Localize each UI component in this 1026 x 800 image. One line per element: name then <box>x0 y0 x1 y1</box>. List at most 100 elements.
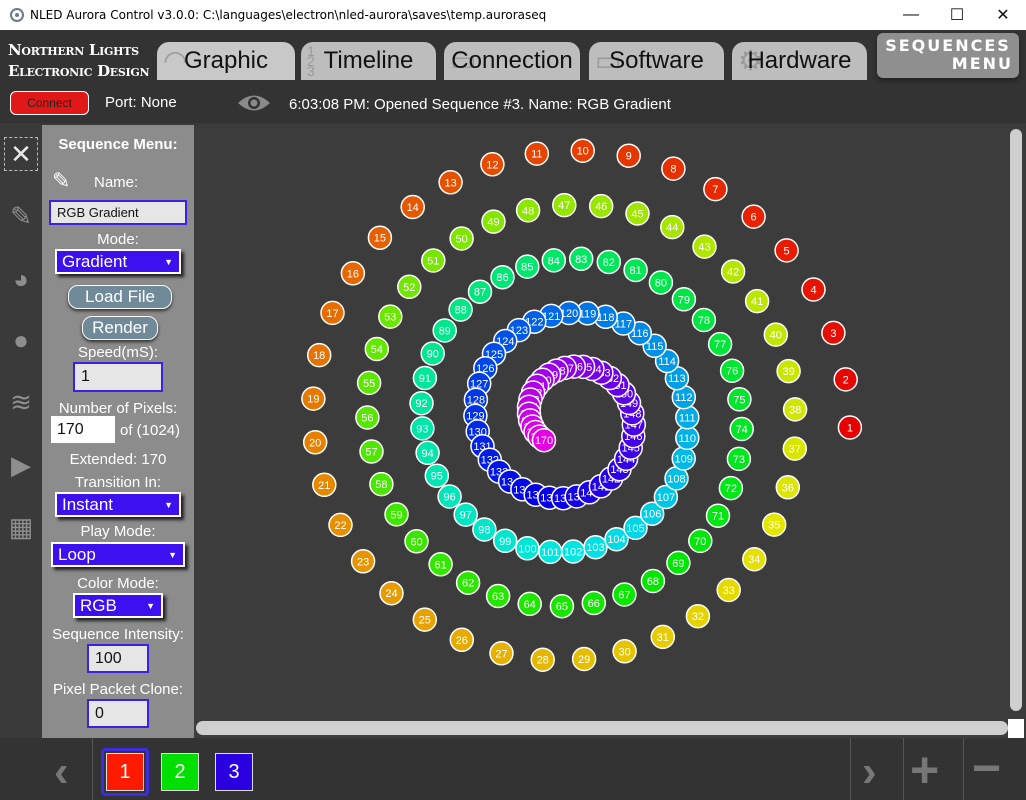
minimize-button[interactable]: — <box>888 0 934 30</box>
pixel-78[interactable]: 78 <box>691 307 717 333</box>
pixel-75[interactable]: 75 <box>727 387 752 412</box>
pixel-canvas[interactable]: 1 2 3 4 5 6 7 8 9 10 11 12 13 14 15 16 17 18 19 20 21 22 23 24 2… <box>194 125 1024 720</box>
next-arrow-icon[interactable]: › <box>862 750 877 794</box>
pixel-96[interactable]: 96 <box>437 484 462 509</box>
pixel-53[interactable]: 53 <box>378 304 403 329</box>
colormode-select[interactable]: RGB ▼ <box>73 593 163 618</box>
pixel-99[interactable]: 99 <box>492 528 518 554</box>
pixel-57[interactable]: 57 <box>359 439 384 464</box>
pixel-30[interactable]: 30 <box>612 639 637 664</box>
pixel-9[interactable]: 9 <box>616 143 641 168</box>
pixel-65[interactable]: 65 <box>549 593 575 619</box>
sequence-1-button[interactable]: 1 <box>101 748 149 796</box>
pixel-7[interactable]: 7 <box>703 176 728 202</box>
add-sequence-icon[interactable]: + <box>910 745 939 795</box>
pixel-47[interactable]: 47 <box>552 192 577 218</box>
name-input[interactable]: RGB Gradient <box>49 200 187 225</box>
pixel-70[interactable]: 70 <box>688 528 713 554</box>
render-button[interactable]: Render <box>82 316 158 340</box>
pixel-110[interactable]: 110 <box>675 425 700 451</box>
pixel-5[interactable]: 5 <box>774 238 799 263</box>
pixel-50[interactable]: 50 <box>449 226 474 251</box>
pixel-58[interactable]: 58 <box>369 471 394 497</box>
tab-graphic[interactable]: ◠ Graphic <box>157 42 295 80</box>
pixel-81[interactable]: 81 <box>623 257 648 283</box>
pixel-34[interactable]: 34 <box>742 546 767 572</box>
pixel-64[interactable]: 64 <box>517 591 542 617</box>
speed-input[interactable]: 1 <box>73 362 163 392</box>
connect-button[interactable]: Connect <box>10 91 89 115</box>
pixel-61[interactable]: 61 <box>428 552 453 577</box>
bulb-icon[interactable]: ● <box>4 323 38 357</box>
pixel-38[interactable]: 38 <box>782 397 808 422</box>
tab-hardware[interactable]: ⚙ Hardware <box>732 42 867 80</box>
play-icon[interactable]: ▶ <box>4 448 38 482</box>
pixel-39[interactable]: 39 <box>776 358 801 384</box>
pixel-51[interactable]: 51 <box>421 248 446 273</box>
pixel-67[interactable]: 67 <box>612 582 637 607</box>
pixel-89[interactable]: 89 <box>432 318 457 343</box>
pixel-19[interactable]: 19 <box>301 386 326 411</box>
pixel-68[interactable]: 68 <box>640 568 666 594</box>
close-button[interactable]: ✕ <box>980 0 1026 30</box>
pixel-41[interactable]: 41 <box>744 288 770 314</box>
pixel-29[interactable]: 29 <box>571 646 597 672</box>
pixel-22[interactable]: 22 <box>328 512 353 538</box>
pixel-86[interactable]: 86 <box>490 264 515 290</box>
pixel-77[interactable]: 77 <box>707 331 733 357</box>
pixel-94[interactable]: 94 <box>415 440 440 466</box>
prev-arrow-icon[interactable]: ‹ <box>54 750 69 794</box>
pixel-79[interactable]: 79 <box>671 287 697 312</box>
pixel-28[interactable]: 28 <box>530 647 555 672</box>
vertical-scrollbar[interactable] <box>1008 125 1024 719</box>
transition-select[interactable]: Instant ▼ <box>55 492 181 517</box>
pixel-59[interactable]: 59 <box>384 502 409 527</box>
pixel-24[interactable]: 24 <box>379 580 404 606</box>
pixel-82[interactable]: 82 <box>596 249 622 275</box>
pixel-2[interactable]: 2 <box>833 367 858 392</box>
tools-icon[interactable]: ✕ <box>4 137 38 171</box>
pixel-69[interactable]: 69 <box>666 550 691 576</box>
pixel-37[interactable]: 37 <box>782 436 808 461</box>
pixel-62[interactable]: 62 <box>455 570 481 595</box>
pixel-map[interactable]: 1234567891011121314151617181920212223242… <box>194 125 1006 719</box>
pixel-85[interactable]: 85 <box>515 254 540 279</box>
pixel-15[interactable]: 15 <box>367 225 393 250</box>
sequence-2-button[interactable]: 2 <box>156 748 204 796</box>
pixel-46[interactable]: 46 <box>588 193 614 219</box>
pixel-87[interactable]: 87 <box>467 279 493 304</box>
pixel-55[interactable]: 55 <box>356 370 382 396</box>
playmode-select[interactable]: Loop ▼ <box>51 542 185 567</box>
pixel-4[interactable]: 4 <box>801 277 826 302</box>
pixel-101[interactable]: 101 <box>538 539 563 565</box>
pixel-10[interactable]: 10 <box>570 138 595 163</box>
pixel-93[interactable]: 93 <box>410 416 435 441</box>
pixel-54[interactable]: 54 <box>364 336 390 362</box>
pixel-49[interactable]: 49 <box>481 209 506 234</box>
pixel-109[interactable]: 109 <box>671 446 696 471</box>
pixel-43[interactable]: 43 <box>692 234 717 259</box>
pen-icon[interactable]: ✎ <box>4 199 38 233</box>
pixel-12[interactable]: 12 <box>480 152 505 177</box>
pixel-13[interactable]: 13 <box>438 170 463 195</box>
pixel-8[interactable]: 8 <box>661 156 686 181</box>
maximize-button[interactable]: ☐ <box>934 0 980 30</box>
pixel-36[interactable]: 36 <box>775 475 801 500</box>
pixel-14[interactable]: 14 <box>400 194 425 220</box>
pixel-103[interactable]: 103 <box>583 534 608 560</box>
pixel-33[interactable]: 33 <box>716 577 741 603</box>
pixel-17[interactable]: 17 <box>320 300 345 326</box>
pixel-84[interactable]: 84 <box>541 248 567 273</box>
pixel-83[interactable]: 83 <box>568 246 594 272</box>
pixel-42[interactable]: 42 <box>720 259 746 284</box>
pixel-60[interactable]: 60 <box>404 529 429 554</box>
mode-select[interactable]: Gradient ▼ <box>55 249 181 274</box>
pixel-25[interactable]: 25 <box>412 607 438 632</box>
pixel-3[interactable]: 3 <box>821 320 846 346</box>
pixel-44[interactable]: 44 <box>660 214 685 240</box>
pixel-21[interactable]: 21 <box>312 472 337 498</box>
pixel-23[interactable]: 23 <box>350 549 376 574</box>
pixel-90[interactable]: 90 <box>420 341 445 366</box>
intensity-input[interactable]: 100 <box>87 644 149 673</box>
tab-connection[interactable]: ▭ Connection <box>444 42 580 80</box>
